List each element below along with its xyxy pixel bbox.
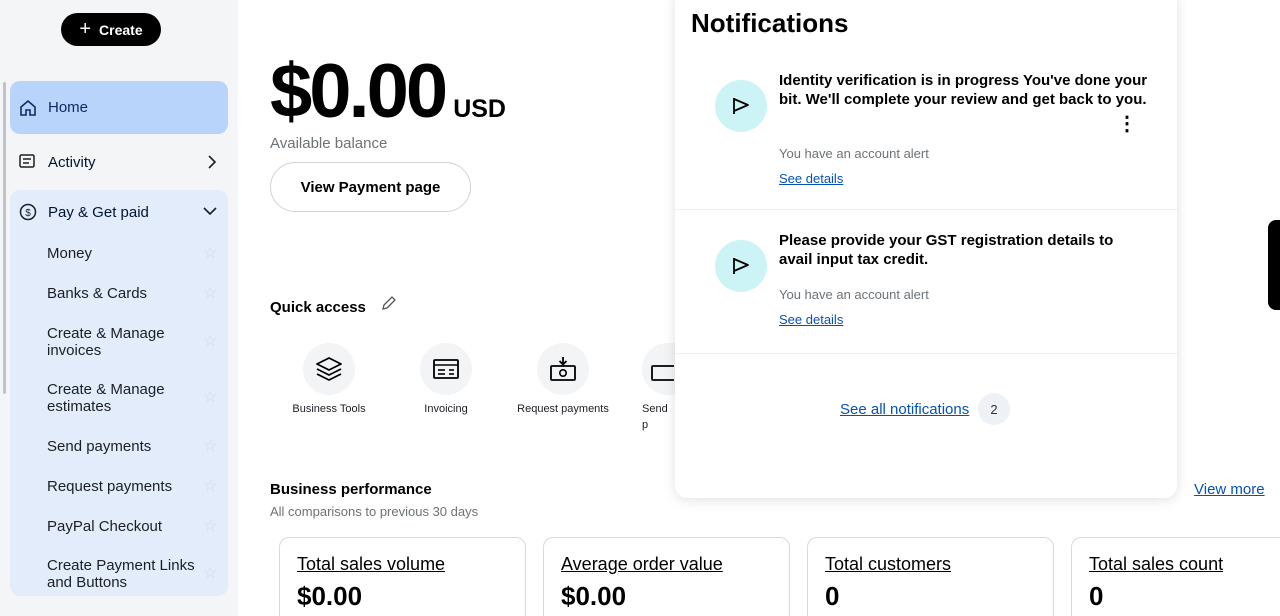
activity-icon [19,154,35,168]
feedback-tab[interactable] [1268,220,1280,310]
kpi-title[interactable]: Average order value [561,554,772,575]
star-icon[interactable]: ☆ [203,283,217,303]
quick-access-label: Send p [642,403,668,431]
kpi-value: 0 [825,581,840,611]
sidebar-subitem-send-payments[interactable]: Send payments [47,438,197,455]
star-icon[interactable]: ☆ [203,243,217,263]
balance-display: $0.00 USD [270,48,506,135]
sidebar-group-pay: $ Pay & Get paid Money ☆ Banks & Cards ☆… [10,190,228,596]
quick-access-send-payments[interactable]: Send p [630,343,675,433]
see-details-link[interactable]: See details [779,312,843,327]
kpi-value: $0.00 [297,581,363,611]
notification-item[interactable]: Identity verification is in progress You… [675,54,1177,210]
kpi-card[interactable]: Total customers 0 [807,537,1054,616]
sidebar-scrollbar[interactable] [3,82,6,394]
notifications-title: Notifications [691,8,849,38]
layers-icon [303,343,355,395]
sidebar-subitem-payment-links[interactable]: Create Payment Links and Buttons [47,557,197,591]
sidebar-item-label: Pay & Get paid [48,203,149,221]
view-more-link[interactable]: View more [1194,481,1265,498]
star-icon[interactable]: ☆ [203,331,217,351]
kpi-value: $0.00 [561,581,627,611]
quick-access-invoicing[interactable]: Invoicing [396,343,496,417]
dollar-sync-icon: $ [19,203,37,221]
view-payment-page-button[interactable]: View Payment page [270,162,471,212]
sidebar-subitem-banks-cards[interactable]: Banks & Cards [47,285,197,302]
quick-access-title: Quick access [270,299,366,316]
sidebar-subitem-invoices[interactable]: Create & Manage invoices [47,325,197,359]
kpi-title[interactable]: Total customers [825,554,1036,575]
notification-item[interactable]: Please provide your GST registration det… [675,212,1177,354]
star-icon[interactable]: ☆ [203,387,217,407]
notification-alert: You have an account alert [779,146,929,161]
pencil-icon[interactable] [380,294,398,312]
invoice-icon [420,343,472,395]
request-money-icon [537,343,589,395]
sidebar-item-label: Home [48,99,89,116]
send-money-icon [642,343,675,395]
create-button[interactable]: + Create [61,13,161,46]
notifications-panel: Notifications Identity verification is i… [675,0,1177,498]
balance-label: Available balance [270,135,388,152]
create-label: Create [99,21,143,38]
quick-access-label: Request payments [517,403,609,415]
quick-access-label: Business Tools [292,403,366,415]
kpi-card[interactable]: Average order value $0.00 [543,537,790,616]
quick-access-business-tools[interactable]: Business Tools [279,343,379,417]
chevron-down-icon [203,207,217,216]
notification-alert: You have an account alert [779,287,929,302]
svg-text:$: $ [25,208,31,219]
sidebar-subitem-money[interactable]: Money [47,245,197,262]
sidebar-subitem-estimates[interactable]: Create & Manage estimates [47,381,197,415]
star-icon[interactable]: ☆ [203,436,217,456]
quick-access-request-payments[interactable]: Request payments [513,343,613,417]
business-performance-subtitle: All comparisons to previous 30 days [270,504,479,519]
star-icon[interactable]: ☆ [203,516,217,536]
kpi-title[interactable]: Total sales count [1089,554,1263,575]
see-all-notifications-link[interactable]: See all notifications [840,401,969,418]
business-performance-title: Business performance [270,481,432,498]
notification-text: Identity verification is in progress You… [779,72,1148,108]
flag-icon [715,80,767,132]
quick-access-label: Invoicing [424,403,468,415]
home-icon [20,99,36,116]
notification-count-badge: 2 [978,393,1010,425]
flag-icon [715,240,767,292]
chevron-right-icon [208,155,217,169]
sidebar-item-activity[interactable]: Activity [10,142,228,182]
kpi-card[interactable]: Total sales count 0 [1071,537,1280,616]
kpi-title[interactable]: Total sales volume [297,554,508,575]
sidebar: + Create Home Activity $ Pay & Get paid … [0,0,238,616]
sidebar-item-label: Activity [48,153,96,171]
notification-text: Please provide your GST registration det… [779,232,1114,268]
sidebar-subitem-request-payments[interactable]: Request payments [47,478,197,495]
see-details-link[interactable]: See details [779,171,843,186]
more-options-icon[interactable]: ⋮ [1117,114,1137,134]
star-icon[interactable]: ☆ [203,476,217,496]
balance-currency: USD [453,95,506,123]
sidebar-subitem-paypal-checkout[interactable]: PayPal Checkout [47,518,197,535]
kpi-card[interactable]: Total sales volume $0.00 [279,537,526,616]
balance-amount: $0.00 [270,49,448,134]
plus-icon: + [79,17,92,40]
kpi-value: 0 [1089,581,1104,611]
sidebar-item-home[interactable]: Home [10,81,228,134]
star-icon[interactable]: ☆ [203,563,217,583]
sidebar-item-pay-get-paid[interactable]: $ Pay & Get paid [18,202,218,222]
